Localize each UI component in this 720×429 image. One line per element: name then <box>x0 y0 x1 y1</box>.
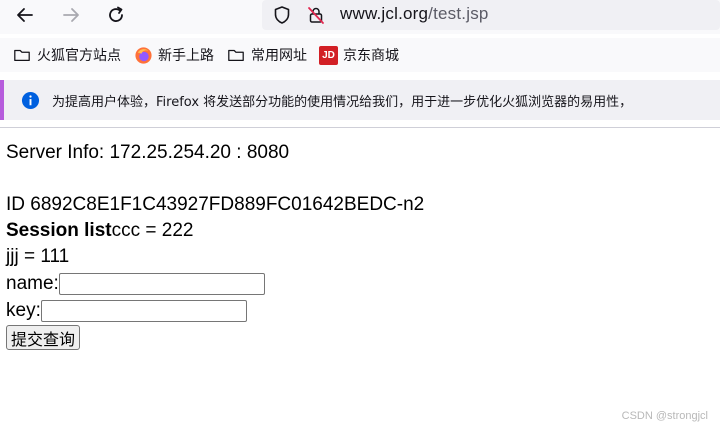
bookmark-item[interactable]: 火狐官方站点 <box>12 40 121 70</box>
name-label: name: <box>6 272 59 294</box>
bookmark-item[interactable]: 新手上路 <box>133 40 214 70</box>
notification-text: 为提高用户体验，Firefox 将发送部分功能的使用情况给我们，用于进一步优化火… <box>52 94 633 110</box>
jd-icon: JD <box>319 45 338 65</box>
name-input[interactable] <box>58 272 265 295</box>
shield-icon[interactable] <box>270 4 294 26</box>
bookmark-item[interactable]: JD 京东商城 <box>319 40 399 70</box>
content-divider <box>0 127 720 128</box>
jd-icon-text: JD <box>322 49 335 61</box>
name-row: name: <box>6 270 706 297</box>
address-bar[interactable]: www.jcl.org/test.jsp <box>262 0 720 30</box>
session-list-value: ccc = 222 <box>111 220 194 241</box>
folder-icon <box>226 45 246 65</box>
back-arrow-icon <box>17 8 33 22</box>
session-id: ID 6892C8E1F1C43927FD889FC01642BEDC-n2 <box>6 194 425 215</box>
page-content: Server Info: 172.25.254.20 : 8080 ID 689… <box>6 140 706 353</box>
url-path: /test.jsp <box>428 4 489 23</box>
bookmark-item[interactable]: 常用网址 <box>226 40 307 70</box>
folder-icon <box>12 45 32 65</box>
reload-icon <box>109 6 123 22</box>
forward-arrow-icon <box>63 8 79 22</box>
notification-bar: 为提高用户体验，Firefox 将发送部分功能的使用情况给我们，用于进一步优化火… <box>0 80 720 120</box>
session-list-label: Session list <box>6 220 112 241</box>
key-label: key: <box>6 299 41 321</box>
firefox-icon <box>133 45 153 65</box>
insecure-lock-icon[interactable] <box>304 4 328 26</box>
watermark: CSDN @strongjcl <box>621 410 708 422</box>
reload-button[interactable] <box>102 3 130 27</box>
bookmark-label: 京东商城 <box>343 48 399 64</box>
url-domain: www.jcl.org <box>340 4 429 23</box>
bookmarks-toolbar: 火狐官方站点 新手上路 常用网址 JD 京东商城 <box>0 38 720 72</box>
bookmark-label: 新手上路 <box>158 48 214 64</box>
bookmark-label: 常用网址 <box>251 48 307 64</box>
url-text[interactable]: www.jcl.org/test.jsp <box>340 4 489 24</box>
submit-button[interactable]: 提交查询 <box>6 325 81 350</box>
session-list-line: Session listccc = 222 <box>6 218 706 244</box>
back-button[interactable] <box>11 3 39 27</box>
bookmark-label: 火狐官方站点 <box>37 48 121 64</box>
key-input[interactable] <box>40 299 247 322</box>
forward-button[interactable] <box>57 3 85 27</box>
info-icon <box>20 90 40 110</box>
key-row: key: <box>6 297 706 324</box>
server-info: Server Info: 172.25.254.20 : 8080 <box>6 142 290 163</box>
jjj-line: jjj = 111 <box>6 246 70 267</box>
browser-toolbar: www.jcl.org/test.jsp <box>0 0 720 34</box>
